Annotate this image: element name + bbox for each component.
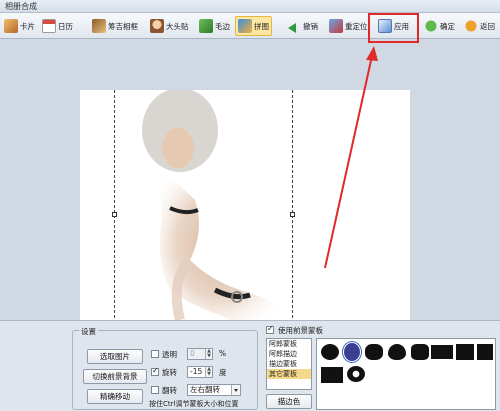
toolbar-ok-label: 确定 — [440, 21, 455, 31]
rotate-unit: 度 — [219, 368, 227, 377]
toolbar-back-button[interactable]: 返回 — [462, 16, 497, 36]
mask-category-list[interactable]: 阿郎蒙板 阿郎描边 描边蒙板 其它蒙板 — [266, 338, 312, 390]
workspace — [0, 40, 500, 348]
foreground-mask-label: 使用前景蒙板 — [278, 326, 323, 335]
ctrl-hint-text: 按住Ctrl调节蒙板大小和位置 — [149, 400, 239, 408]
toolbar-reposition-label: 重定位 — [345, 21, 368, 31]
big-head-sticker-icon — [150, 19, 164, 33]
transparency-input[interactable]: 0 ▲ ▼ — [187, 348, 213, 360]
heart-mask-shape[interactable] — [388, 344, 406, 360]
mask-category-item[interactable]: 阿郎蒙板 — [267, 339, 311, 349]
flip-select[interactable]: 左右翻转 — [187, 384, 241, 396]
scalloped-mask-shape[interactable] — [365, 344, 383, 360]
toolbar-card-button[interactable]: 卡片 — [2, 16, 37, 36]
toolbar-calendar-button[interactable]: 日历 — [40, 16, 75, 36]
transparency-unit: % — [219, 349, 227, 358]
right-guide-line[interactable] — [292, 90, 293, 348]
circle-mask-shape[interactable] — [321, 344, 339, 360]
right-guide-handle[interactable] — [290, 212, 295, 217]
window-title: 相册合成 — [5, 2, 37, 11]
rotate-input[interactable]: -15 ▲ ▼ — [187, 366, 213, 378]
chevron-down-icon[interactable] — [231, 385, 240, 395]
transparency-checkbox[interactable] — [151, 350, 159, 358]
flip-checkbox[interactable] — [151, 386, 159, 394]
mask-category-item-selected[interactable]: 其它蒙板 — [267, 369, 311, 379]
toolbar-palace-frame-button[interactable]: 筹吉相框 — [90, 16, 140, 36]
toolbar-reposition-button[interactable]: 重定位 — [327, 16, 370, 36]
toolbar-back-label: 返回 — [480, 21, 495, 31]
fine-move-button[interactable]: 精确移动 — [87, 389, 143, 404]
settings-group: 设置 选取图片 切换前景背景 精确移动 透明 0 ▲▼ % 旋转 -15 ▲▼ … — [72, 326, 258, 410]
mask-category-item[interactable]: 阿郎描边 — [267, 349, 311, 359]
rounded-square-mask-shape[interactable] — [411, 344, 429, 360]
left-guide-line[interactable] — [114, 90, 115, 348]
transparency-spinner[interactable]: ▲ ▼ — [205, 349, 212, 359]
foreground-mask-checkbox[interactable] — [266, 324, 274, 334]
undo-arrow-icon — [287, 19, 301, 33]
toolbar-undo-button[interactable]: 撤销 — [285, 16, 320, 36]
mask-category-item[interactable]: 描边蒙板 — [267, 359, 311, 369]
toolbar-rough-edge-button[interactable]: 毛边 — [197, 16, 232, 36]
bottom-panel: 设置 选取图片 切换前景背景 精确移动 透明 0 ▲▼ % 旋转 -15 ▲▼ … — [0, 320, 500, 411]
mask-shape-gallery — [316, 338, 496, 410]
back-icon — [464, 19, 478, 33]
window-titlebar: 相册合成 — [0, 0, 500, 13]
toolbar-puzzle-label: 拼图 — [254, 21, 269, 31]
select-image-button[interactable]: 选取图片 — [87, 349, 143, 364]
photo-canvas[interactable] — [80, 90, 410, 348]
toolbar-big-head-button[interactable]: 大头贴 — [148, 16, 191, 36]
toolbar-ok-button[interactable]: 确定 — [422, 16, 457, 36]
square-mask-shape[interactable] — [456, 344, 474, 360]
rough-edge-icon — [199, 19, 213, 33]
flip-value: 左右翻转 — [190, 385, 220, 394]
toolbar-palace-frame-label: 筹吉相框 — [108, 21, 138, 31]
main-toolbar: 卡片 日历 筹吉相框 大头贴 毛边 拼图 撤销 重定位 应用 确定 返回 — [0, 13, 500, 39]
card-icon — [4, 19, 18, 33]
rectangle-mask-shape[interactable] — [431, 345, 453, 359]
toolbar-rough-edge-label: 毛边 — [215, 21, 230, 31]
toolbar-card-label: 卡片 — [20, 21, 35, 31]
glow-circle-mask-shape[interactable] — [347, 366, 365, 382]
switch-foreground-background-button[interactable]: 切换前景背景 — [83, 369, 147, 384]
palace-frame-icon — [92, 19, 106, 33]
left-guide-handle[interactable] — [112, 212, 117, 217]
rotate-value: -15 — [190, 367, 203, 376]
rotate-label: 旋转 — [162, 368, 177, 377]
toolbar-big-head-label: 大头贴 — [166, 21, 189, 31]
transparency-label: 透明 — [162, 350, 177, 359]
calendar-icon — [42, 19, 56, 33]
ok-icon — [424, 19, 438, 33]
oval-mask-shape-selected[interactable] — [342, 341, 362, 363]
puzzle-icon — [238, 19, 252, 33]
toolbar-puzzle-button[interactable]: 拼图 — [235, 16, 272, 36]
rotate-spinner[interactable]: ▲ ▼ — [205, 367, 212, 377]
rotate-checkbox[interactable] — [151, 366, 159, 376]
transparency-value: 0 — [190, 349, 195, 358]
reposition-icon — [329, 19, 343, 33]
ragged-rectangle-mask-shape[interactable] — [321, 367, 343, 383]
toolbar-calendar-label: 日历 — [58, 21, 73, 31]
model-photo — [142, 90, 294, 335]
flip-label: 翻转 — [162, 386, 177, 395]
ragged-square-mask-shape[interactable] — [477, 344, 493, 360]
stroke-color-button[interactable]: 描边色 — [266, 394, 312, 409]
settings-group-title: 设置 — [79, 326, 98, 337]
apply-highlight-box — [368, 13, 419, 43]
toolbar-undo-label: 撤销 — [303, 21, 318, 31]
